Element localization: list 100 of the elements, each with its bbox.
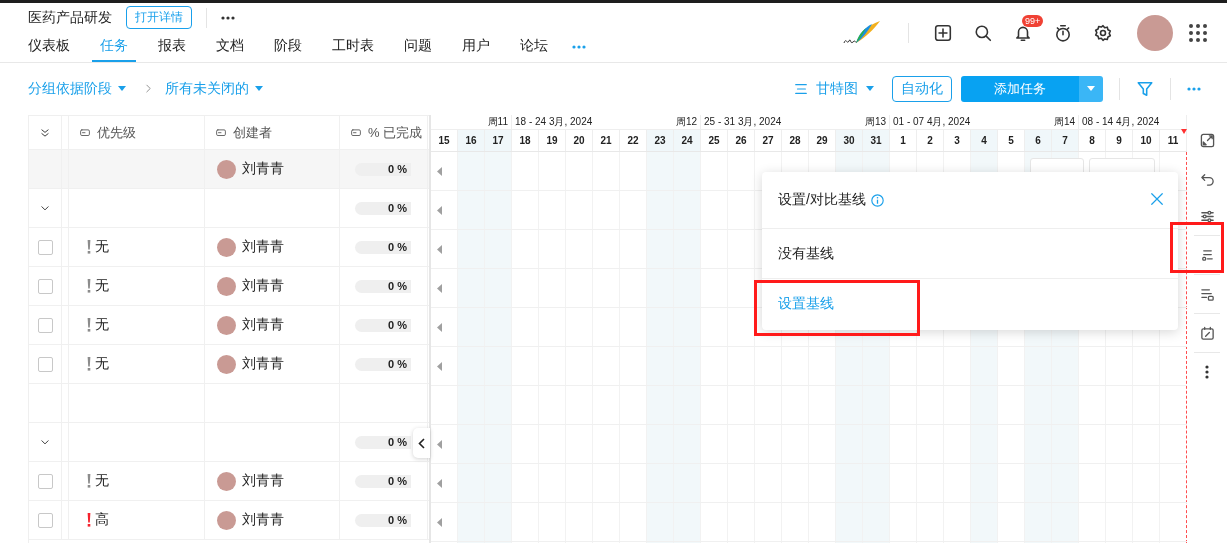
baseline-icon[interactable]	[1199, 247, 1215, 263]
checkbox[interactable]	[37, 278, 53, 294]
triangle-left-icon[interactable]	[437, 361, 442, 371]
more-icon[interactable]	[221, 15, 235, 20]
project-title: 医药产品研发	[28, 8, 112, 27]
add-task-dropdown-button[interactable]	[1079, 75, 1103, 102]
nav-tab[interactable]: 工时表	[324, 32, 382, 62]
close-icon[interactable]	[1150, 191, 1164, 206]
baseline-option[interactable]: 没有基线	[778, 244, 834, 263]
week-range: 08 - 14 4月, 2024	[1082, 115, 1160, 129]
triangle-left-icon[interactable]	[437, 478, 442, 488]
sliders-icon[interactable]	[1199, 208, 1215, 224]
day-label: 24	[681, 135, 693, 146]
add-icon[interactable]	[934, 23, 952, 42]
triangle-left-icon[interactable]	[437, 244, 442, 254]
day-label: 10	[1140, 135, 1152, 146]
percent-text: 0 %	[388, 241, 408, 253]
day-label: 9	[1116, 135, 1122, 146]
day-label: 7	[1062, 135, 1068, 146]
nav-tab[interactable]: 仪表板	[20, 32, 78, 62]
day-label: 31	[870, 135, 882, 146]
priority-text: 无	[95, 316, 109, 334]
avatar	[217, 354, 236, 374]
checkbox[interactable]	[37, 356, 53, 372]
week-number: 周13	[864, 115, 886, 129]
stopwatch-icon[interactable]	[1054, 23, 1072, 42]
week-number: 周14	[1053, 115, 1075, 129]
day-label: 20	[573, 135, 585, 146]
expand-icon[interactable]	[1199, 132, 1215, 148]
gantt-icon	[794, 81, 808, 96]
nav-tab[interactable]: 阶段	[266, 32, 310, 62]
apps-grid-icon[interactable]	[1189, 23, 1207, 42]
nav-tab[interactable]: 问题	[396, 32, 440, 62]
avatar	[217, 237, 236, 257]
creator-name: 刘青青	[242, 355, 284, 373]
triangle-left-icon[interactable]	[437, 205, 442, 215]
tag-icon	[79, 127, 91, 138]
chevron-icon[interactable]	[40, 437, 50, 447]
day-label: 1	[900, 135, 906, 146]
day-label: 25	[708, 135, 720, 146]
checkbox[interactable]	[37, 512, 53, 528]
popover-title: 设置/对比基线	[778, 191, 866, 209]
vertical-more-icon[interactable]	[1205, 365, 1209, 379]
caret-icon	[255, 86, 263, 91]
checkbox[interactable]	[37, 239, 53, 255]
checkbox[interactable]	[37, 473, 53, 489]
chevron-icon[interactable]	[40, 203, 50, 213]
settings-icon[interactable]	[1094, 23, 1112, 42]
today-marker-icon	[1181, 129, 1187, 134]
day-label: 11	[1167, 135, 1179, 146]
day-label: 28	[789, 135, 801, 146]
search-icon[interactable]	[974, 23, 992, 42]
triangle-left-icon[interactable]	[437, 517, 442, 527]
checkbox[interactable]	[37, 317, 53, 333]
day-label: 21	[600, 135, 612, 146]
triangle-left-icon[interactable]	[437, 322, 442, 332]
day-label: 22	[627, 135, 639, 146]
collapse-button[interactable]	[413, 428, 430, 458]
triangle-left-icon[interactable]	[437, 166, 442, 176]
tag-icon	[215, 127, 227, 138]
avatar	[217, 471, 236, 491]
day-label: 2	[927, 135, 933, 146]
column-header: 创建者	[233, 123, 272, 142]
chevron-left-icon	[418, 437, 425, 449]
creator-name: 刘青青	[242, 238, 284, 256]
week-range: 25 - 31 3月, 2024	[704, 115, 782, 129]
avatar[interactable]	[1137, 14, 1173, 51]
calendar-edit-icon[interactable]	[1199, 325, 1215, 341]
caret-icon	[1087, 86, 1095, 91]
creator-name: 刘青青	[242, 511, 284, 529]
day-label: 17	[492, 135, 504, 146]
column-header: % 已完成	[368, 123, 423, 142]
nav-tab[interactable]: 用户	[454, 32, 498, 62]
priority-text: 无	[95, 355, 109, 373]
day-label: 3	[954, 135, 960, 146]
nav-tab[interactable]: 论坛	[512, 32, 556, 62]
avatar	[217, 315, 236, 335]
percent-text: 0 %	[388, 280, 408, 292]
week-number: 周11	[487, 115, 508, 129]
day-label: 18	[519, 135, 531, 146]
task-list-icon[interactable]	[1199, 286, 1215, 302]
caret-icon	[866, 86, 874, 91]
day-label: 15	[438, 135, 450, 146]
triangle-left-icon[interactable]	[437, 283, 442, 293]
triangle-left-icon[interactable]	[437, 439, 442, 449]
notification-badge: 99+	[1022, 14, 1044, 27]
filter-icon[interactable]	[1136, 79, 1154, 98]
nav-tab[interactable]: 报表	[150, 32, 194, 62]
double-chevron-icon[interactable]	[40, 127, 50, 138]
avatar	[217, 276, 236, 296]
percent-text: 0 %	[388, 163, 408, 175]
info-icon[interactable]	[870, 193, 884, 207]
avatar	[217, 510, 236, 530]
percent-text: 0 %	[388, 475, 408, 487]
day-label: 29	[816, 135, 828, 146]
creator-name: 刘青青	[242, 472, 284, 490]
nav-tab[interactable]: 文档	[208, 32, 252, 62]
day-label: 6	[1035, 135, 1041, 146]
chevron-right-icon	[144, 82, 153, 94]
caret-icon	[118, 86, 126, 91]
